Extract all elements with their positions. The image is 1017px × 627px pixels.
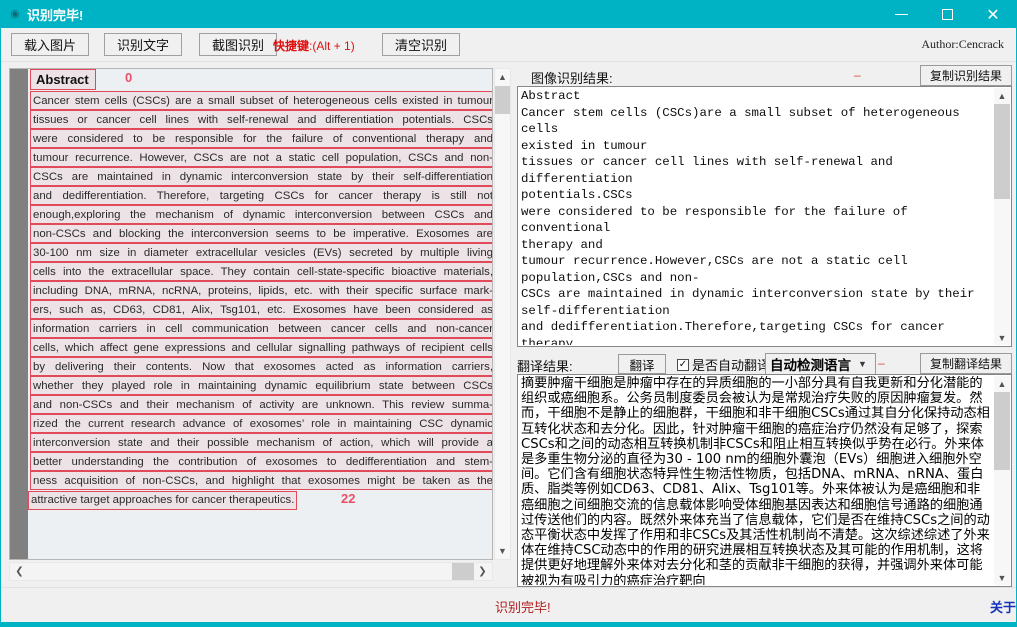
chevron-down-icon: ▼ xyxy=(858,359,867,369)
detected-line: information carriers in cell communicati… xyxy=(30,319,492,338)
chevron-down-icon[interactable]: ▼ xyxy=(495,543,510,559)
ocr-textarea-scrollbar[interactable]: ▲ ▼ xyxy=(994,88,1010,345)
detected-line: tumour recurrence. However, CSCs are not… xyxy=(30,148,492,167)
abstract-line-index: 0 xyxy=(125,70,133,85)
detected-line: including DNA, mRNA, ncRNA, proteins, li… xyxy=(30,281,492,300)
ocr-marker: – xyxy=(854,68,861,82)
detected-line: and dedifferentiation. Therefore, target… xyxy=(30,186,492,205)
auto-translate-label: 是否自动翻译 xyxy=(692,358,771,373)
maximize-button[interactable] xyxy=(924,1,970,28)
window-bottom-accent xyxy=(1,622,1016,626)
detected-line: cells, which affect gene expressions and… xyxy=(30,338,492,357)
image-pane-vertical-scrollbar[interactable]: ▲ ▼ xyxy=(494,68,511,560)
status-message: 识别完毕! xyxy=(495,600,551,615)
detected-last-line: attractive target approaches for cancer … xyxy=(28,491,298,510)
detected-line: tissues or cancer cell lines with self-r… xyxy=(30,110,492,129)
copy-ocr-result-button[interactable]: 复制识别结果 xyxy=(920,65,1012,86)
close-icon: ✕ xyxy=(986,6,1000,24)
detected-line: CSCs are maintained in dynamic interconv… xyxy=(30,167,492,186)
translate-result-textarea[interactable]: 摘要肿瘤干细胞是肿瘤中存在的异质细胞的一小部分具有自我更新和分化潜能的组织或癌细… xyxy=(517,374,1012,587)
load-image-button[interactable]: 载入图片 xyxy=(11,33,89,56)
translate-result-label: 翻译结果: xyxy=(517,359,573,374)
detected-line: whether they played role in maintaining … xyxy=(30,376,492,395)
detected-line: rized the current research advance of ex… xyxy=(30,414,492,433)
detected-line: cells into the extracellular space. They… xyxy=(30,262,492,281)
maximize-icon xyxy=(941,9,953,20)
about-link[interactable]: 关于 xyxy=(990,597,1017,616)
chevron-left-icon[interactable]: ❮ xyxy=(11,563,28,580)
window-controls: ✕ xyxy=(878,1,1016,28)
minimize-icon xyxy=(894,14,908,15)
hotkey-label: 快捷键 xyxy=(273,39,310,53)
translate-result-text: 摘要肿瘤干细胞是肿瘤中存在的异质细胞的一小部分具有自我更新和分化潜能的组织或癌细… xyxy=(521,376,990,585)
copy-translate-result-button[interactable]: 复制翻译结果 xyxy=(920,353,1012,374)
app-eye-icon: ◉ xyxy=(10,8,20,20)
detected-line: non-CSCs and blocking the interconversio… xyxy=(30,224,492,243)
ocr-result-text: Abstract Cancer stem cells (CSCs)are a s… xyxy=(521,89,975,345)
translate-scroll-thumb[interactable] xyxy=(994,392,1010,470)
hotkey-hint: 快捷键:(Alt + 1) xyxy=(273,37,355,54)
detected-line: ers, such as, CD63, CD81, Alix, Tsg101, … xyxy=(30,300,492,319)
language-select[interactable]: 自动检测语言 ▼ xyxy=(765,353,876,375)
chevron-down-icon[interactable]: ▼ xyxy=(994,570,1010,585)
detected-line: were considered to be responsible for th… xyxy=(30,129,492,148)
detected-line: 30-100 nm size in diameter extracellular… xyxy=(30,243,492,262)
ocr-scroll-thumb[interactable] xyxy=(994,104,1010,199)
translate-button[interactable]: 翻译 xyxy=(618,354,666,374)
detected-line: ness acquisition of non-CSCs, and highli… xyxy=(30,471,492,490)
application-window: ◉ 识别完毕! ✕ 载入图片 识别文字 截图识别 快捷键:(Alt + 1) 清… xyxy=(0,0,1017,627)
detected-line: and non-CSCs and their mechanism of acti… xyxy=(30,395,492,414)
detected-line: by delivering their contents. Now that e… xyxy=(30,357,492,376)
horizontal-scroll-thumb[interactable] xyxy=(452,563,474,580)
last-line-index: 22 xyxy=(341,491,356,506)
close-button[interactable]: ✕ xyxy=(970,1,1016,28)
document-page: Abstract 0 Cancer stem cells (CSCs) are … xyxy=(28,69,492,559)
language-select-value: 自动检测语言 xyxy=(770,358,851,373)
translate-marker: – xyxy=(878,356,885,370)
hotkey-value: :(Alt + 1) xyxy=(309,39,355,53)
detected-line: Cancer stem cells (CSCs) are a small sub… xyxy=(30,91,492,110)
recognize-text-button[interactable]: 识别文字 xyxy=(104,33,182,56)
detected-line-list: Cancer stem cells (CSCs) are a small sub… xyxy=(28,91,492,490)
toolbar: 载入图片 识别文字 截图识别 快捷键:(Alt + 1) 清空识别 Author… xyxy=(1,28,1016,62)
chevron-up-icon[interactable]: ▲ xyxy=(994,376,1010,391)
detected-line: interconversion state and their possible… xyxy=(30,433,492,452)
checkbox-checked-icon: ✓ xyxy=(677,358,689,371)
chevron-right-icon[interactable]: ❯ xyxy=(474,563,491,580)
screenshot-recognize-button[interactable]: 截图识别 xyxy=(199,33,277,56)
detected-last-line-row: attractive target approaches for cancer … xyxy=(28,490,492,510)
translate-result-header: 翻译结果: 翻译 ✓ 是否自动翻译 自动检测语言 ▼ – 复制翻译结果 xyxy=(517,353,1012,375)
ocr-result-label: 图像识别结果: xyxy=(531,71,613,86)
auto-translate-checkbox[interactable]: ✓ 是否自动翻译 xyxy=(677,355,770,374)
minimize-button[interactable] xyxy=(878,1,924,28)
chevron-up-icon[interactable]: ▲ xyxy=(495,69,510,85)
detected-line: enough,exploring the mechanism of dynami… xyxy=(30,205,492,224)
detected-line: better understanding the contribution of… xyxy=(30,452,492,471)
ocr-result-header: 图像识别结果: – 复制识别结果 xyxy=(517,65,1012,87)
status-bar: 识别完毕! 关于 xyxy=(1,587,1016,626)
chevron-down-icon[interactable]: ▼ xyxy=(994,330,1010,345)
chevron-up-icon[interactable]: ▲ xyxy=(994,88,1010,103)
translate-textarea-scrollbar[interactable]: ▲ ▼ xyxy=(994,376,1010,585)
image-preview-pane[interactable]: Abstract 0 Cancer stem cells (CSCs) are … xyxy=(9,68,493,560)
author-label: Author:Cencrack xyxy=(921,37,1004,51)
abstract-heading: Abstract xyxy=(30,69,96,90)
clear-button[interactable]: 清空识别 xyxy=(382,33,460,56)
window-title: 识别完毕! xyxy=(27,8,84,23)
title-bar: ◉ 识别完毕! ✕ xyxy=(1,1,1016,28)
vertical-scroll-thumb[interactable] xyxy=(495,86,510,114)
ocr-result-textarea[interactable]: Abstract Cancer stem cells (CSCs)are a s… xyxy=(517,86,1012,347)
image-pane-horizontal-scrollbar[interactable]: ❮ ❯ xyxy=(9,562,493,581)
abstract-heading-row: Abstract 0 xyxy=(30,69,492,91)
